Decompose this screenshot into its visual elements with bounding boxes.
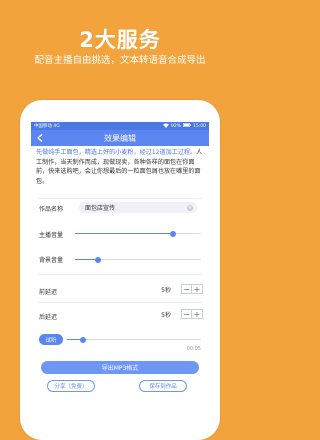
host-volume-thumb[interactable] <box>170 230 177 237</box>
host-volume-slider[interactable] <box>75 230 201 237</box>
divider <box>37 198 203 199</box>
divider <box>37 274 203 275</box>
clear-icon[interactable]: × <box>187 204 193 211</box>
post-delay-plus-button[interactable]: + <box>192 309 203 319</box>
work-name-value: 面包店宣传 <box>85 205 116 212</box>
work-name-input[interactable]: 面包店宣传 × <box>79 202 197 213</box>
share-button[interactable]: 分享（免费） <box>47 380 95 392</box>
pre-delay-plus-button[interactable]: + <box>192 284 203 294</box>
pre-delay-stepper: 5秒 − + <box>161 284 203 294</box>
script-selected-text: 先做纯手工面包，精选上好的小麦粉，经过12道加工过程。 <box>36 149 197 156</box>
battery-label: 92% <box>171 123 182 129</box>
bg-volume-thumb[interactable] <box>94 256 101 263</box>
clock-label: 15:00 <box>193 123 206 129</box>
preview-time: 00:05 <box>186 346 201 352</box>
promo-title: 2大服务 <box>79 28 161 52</box>
save-to-works-button[interactable]: 保存到作品 <box>139 380 187 392</box>
promo-subtitle: 配音主播自由挑选，文本转语音合成导出 <box>34 55 206 66</box>
post-delay-value: 5秒 <box>161 311 171 319</box>
work-name-label: 作品名称 <box>39 206 64 213</box>
carrier-label: 中国移动 4G <box>34 124 60 129</box>
status-right: 92% 15:00 <box>163 123 206 130</box>
divider <box>37 302 203 303</box>
status-bar: 中国移动 4G 92% 15:00 <box>31 122 209 130</box>
nav-bar: 效果编辑 <box>31 130 209 146</box>
script-textarea[interactable]: 先做纯手工面包，精选上好的小麦粉，经过12道加工过程。人工制作，当天制作而成，现… <box>36 148 204 196</box>
pre-delay-value: 5秒 <box>161 286 171 294</box>
page-title: 效果编辑 <box>104 133 136 143</box>
preview-progress-bar[interactable] <box>67 336 201 343</box>
app-screen: 中国移动 4G 92% 15:00 效果编辑 先做纯手工面包，精选上好的小麦粉，… <box>31 122 209 400</box>
bg-volume-slider[interactable] <box>75 256 201 263</box>
preview-button[interactable]: 试听 <box>39 334 63 345</box>
export-mp3-button[interactable]: 导出MP3格式 <box>41 361 199 374</box>
host-volume-fill <box>75 233 174 235</box>
pre-delay-minus-button[interactable]: − <box>181 284 192 294</box>
post-delay-minus-button[interactable]: − <box>181 309 192 319</box>
preview-progress-thumb[interactable] <box>80 336 87 343</box>
post-delay-stepper: 5秒 − + <box>161 309 203 319</box>
battery-icon <box>183 123 191 129</box>
host-volume-label: 主播音量 <box>39 232 64 239</box>
back-button[interactable] <box>35 133 45 143</box>
pre-delay-label: 前延迟 <box>39 289 58 296</box>
wifi-icon <box>163 123 170 130</box>
chevron-left-icon <box>37 134 43 142</box>
bg-volume-label: 背景音量 <box>39 257 64 264</box>
post-delay-label: 后延迟 <box>39 314 58 321</box>
